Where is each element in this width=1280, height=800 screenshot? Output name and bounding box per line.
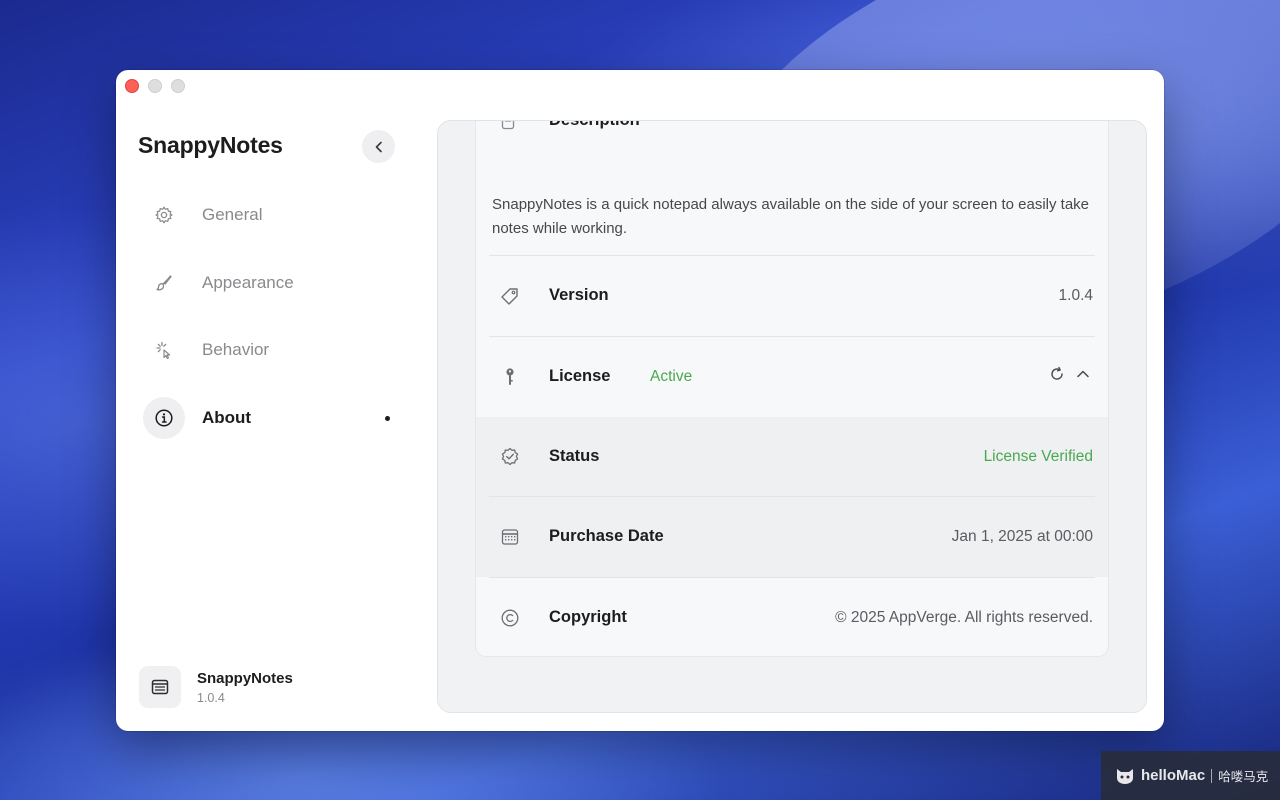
window-controls bbox=[125, 79, 185, 93]
watermark-brand: helloMac bbox=[1141, 767, 1206, 784]
active-indicator-dot bbox=[385, 415, 390, 421]
description-text: SnappyNotes is a quick notepad always av… bbox=[492, 196, 1090, 237]
maximize-window-button[interactable] bbox=[171, 79, 185, 93]
key-icon bbox=[498, 365, 522, 389]
status-value: License Verified bbox=[983, 448, 1093, 465]
copyright-row: Copyright © 2025 AppVerge. All rights re… bbox=[476, 578, 1108, 656]
sidebar-item-about[interactable]: About bbox=[143, 396, 403, 439]
sidebar-item-general[interactable]: General bbox=[143, 194, 403, 236]
cat-logo-icon bbox=[1117, 768, 1133, 784]
sidebar-item-behavior[interactable]: Behavior bbox=[143, 329, 403, 371]
app-title: SnappyNotes bbox=[138, 132, 283, 158]
version-label: Version bbox=[549, 286, 609, 304]
watermark: helloMac 哈喽马克 bbox=[1101, 751, 1280, 800]
watermark-chinese: 哈喽马克 bbox=[1218, 770, 1269, 784]
license-status-badge: Active bbox=[650, 368, 693, 385]
tag-icon bbox=[498, 284, 522, 308]
copyright-icon bbox=[498, 606, 522, 630]
document-icon bbox=[498, 121, 518, 136]
app-info-footer: SnappyNotes 1.0.4 bbox=[139, 666, 293, 708]
calendar-icon bbox=[498, 525, 522, 549]
chevron-up-icon[interactable] bbox=[1075, 366, 1091, 387]
gear-icon bbox=[143, 194, 185, 236]
license-actions bbox=[1049, 366, 1091, 387]
watermark-separator bbox=[1211, 768, 1213, 783]
collapse-sidebar-button[interactable] bbox=[362, 130, 395, 163]
chevron-left-icon bbox=[375, 141, 382, 152]
sidebar-item-label: General bbox=[202, 205, 263, 224]
refresh-icon[interactable] bbox=[1049, 366, 1065, 387]
purchase-date-value: Jan 1, 2025 at 00:00 bbox=[951, 528, 1093, 545]
sidebar-item-appearance[interactable]: Appearance bbox=[143, 262, 403, 304]
about-panel: Description SnappyNotes is a quick notep… bbox=[437, 120, 1147, 713]
info-circle-icon bbox=[143, 396, 185, 439]
copyright-label: Copyright bbox=[549, 608, 627, 626]
purchase-date-row: Purchase Date Jan 1, 2025 at 00:00 bbox=[476, 497, 1108, 577]
sidebar-item-label: About bbox=[202, 407, 252, 427]
sidebar-item-label: Behavior bbox=[202, 340, 270, 359]
status-row: Status License Verified bbox=[476, 417, 1108, 497]
about-card: Description SnappyNotes is a quick notep… bbox=[475, 121, 1109, 657]
footer-app-version: 1.0.4 bbox=[197, 690, 225, 705]
paintbrush-icon bbox=[143, 262, 185, 304]
close-window-button[interactable] bbox=[125, 79, 139, 93]
copyright-value: © 2025 AppVerge. All rights reserved. bbox=[835, 609, 1093, 626]
note-app-icon bbox=[139, 666, 181, 708]
settings-window: SnappyNotes General Appearance Behavior … bbox=[116, 70, 1164, 731]
description-label: Description bbox=[549, 121, 640, 130]
verified-badge-icon bbox=[498, 445, 522, 469]
purchase-date-label: Purchase Date bbox=[549, 527, 664, 545]
description-header: Description bbox=[476, 121, 1108, 137]
sidebar-nav: General Appearance Behavior About bbox=[143, 194, 403, 464]
license-label: License bbox=[549, 367, 611, 385]
sidebar-item-label: Appearance bbox=[202, 272, 294, 292]
status-label: Status bbox=[549, 447, 600, 465]
version-row: Version 1.0.4 bbox=[476, 256, 1108, 336]
minimize-window-button[interactable] bbox=[148, 79, 162, 93]
license-row[interactable]: License Active bbox=[476, 337, 1108, 417]
version-value: 1.0.4 bbox=[1058, 287, 1093, 304]
footer-app-name: SnappyNotes bbox=[197, 669, 293, 687]
cursor-click-icon bbox=[143, 329, 185, 371]
